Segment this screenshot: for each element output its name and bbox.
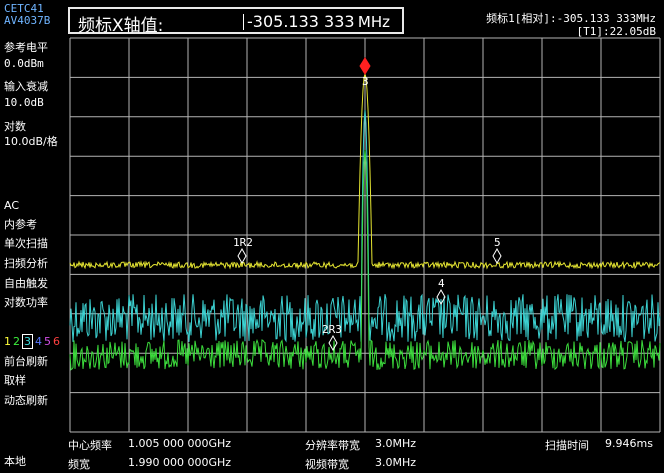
rbw-label: 分辨率带宽 xyxy=(305,439,360,452)
marker-5-label: 5 xyxy=(494,236,501,249)
center-freq-value: 1.005 000 000GHz xyxy=(128,437,232,450)
marker-2r3-diamond[interactable] xyxy=(328,334,338,352)
sweep-time-value: 9.946ms xyxy=(605,437,653,450)
center-freq-label: 中心频率 xyxy=(68,439,112,452)
vbw-value: 3.0MHz xyxy=(375,456,417,469)
span-value: 1.990 000 000GHz xyxy=(128,456,232,469)
marker-1r2-diamond[interactable] xyxy=(237,247,247,265)
marker-2r3-label: 2R3 xyxy=(322,323,342,336)
marker-3-active-diamond[interactable] xyxy=(359,57,371,75)
span-label: 频宽 xyxy=(68,458,90,471)
vbw-label: 视频带宽 xyxy=(305,458,349,471)
rbw-value: 3.0MHz xyxy=(375,437,417,450)
marker-3-label: 3 xyxy=(362,75,369,88)
sweep-time-label: 扫描时间 xyxy=(545,439,589,452)
marker-5-diamond[interactable] xyxy=(492,247,502,265)
marker-4-label: 4 xyxy=(438,277,445,290)
spectrum-display: 1R2 5 4 2R3 3 xyxy=(69,37,661,433)
marker-1r2-label: 1R2 xyxy=(233,236,253,249)
graticule xyxy=(69,37,661,433)
